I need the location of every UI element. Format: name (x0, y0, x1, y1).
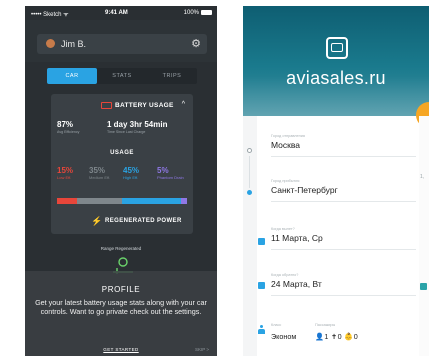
gear-icon[interactable]: ⚙ (191, 37, 201, 50)
avatar (46, 39, 55, 48)
usage-value: 15% (57, 166, 74, 175)
next-card-edge (419, 116, 429, 356)
field-divider (271, 201, 416, 202)
destination-label: Город прибытия (271, 179, 300, 183)
usage-bar-segment (122, 198, 181, 204)
usage-label: Medium Eff. (89, 175, 111, 180)
origin-label: Город отправления (271, 134, 305, 138)
calendar-icon (258, 282, 265, 289)
regenerated-power-title: REGENERATED POWER (105, 218, 182, 224)
origin-dot-icon (247, 148, 252, 153)
tab-trips[interactable]: TRIPS (147, 68, 197, 84)
app-header: Jim B. ⚙ (25, 20, 217, 62)
usage-item-low: 15% Low Eff. (57, 166, 87, 180)
status-bar: ••••• Sketch ᯤ 9:41 AM 100% (25, 6, 217, 20)
profile-title: PROFILE (101, 285, 141, 294)
passengers-value[interactable]: 👤1 ✝0 👶0 (315, 332, 358, 341)
time-since-charge-label: Time Since Last Charge (107, 130, 146, 134)
depart-value: 11 Марта, Ср (271, 233, 323, 243)
battery-icon (201, 10, 212, 15)
battery-usage-card: BATTERY USAGE ^ 87% Avg Efficiency 1 day… (51, 94, 193, 234)
usage-value: 5% (157, 166, 169, 175)
class-label: Класс (271, 323, 282, 327)
usage-item-medium: 35% Medium Eff. (89, 166, 119, 180)
avg-efficiency-value: 87% (57, 120, 74, 129)
usage-title: USAGE (110, 150, 134, 156)
range-regenerated-label: Range Regenerated (100, 246, 142, 251)
aviasales-logo-icon (326, 37, 348, 59)
battery-usage-title: BATTERY USAGE (115, 102, 174, 109)
passengers-label: Пассажиры (315, 323, 336, 327)
checkbox-icon[interactable] (420, 283, 427, 290)
person-icon (258, 325, 265, 334)
hero-banner: aviasales.ru (243, 6, 429, 116)
aviasales-screen: aviasales.ru Город отправления Москва Го… (243, 6, 429, 356)
tab-bar: CAR STATS TRIPS (47, 68, 197, 84)
brand-name: aviasales.ru (286, 68, 386, 88)
avg-efficiency-label: Avg Efficiency (57, 130, 80, 134)
usage-bar-segment (180, 198, 187, 204)
time-since-charge-value: 1 day 3hr 54min (107, 120, 168, 129)
origin-field[interactable]: Город отправления Москва (271, 134, 416, 157)
usage-item-phantom: 5% Phantom Drain (157, 166, 187, 180)
return-date-field[interactable]: Когда обратно? 24 Марта, Вт (271, 273, 416, 296)
user-name: Jim B. (61, 39, 87, 49)
tab-car[interactable]: CAR (47, 68, 97, 84)
return-label: Когда обратно? (271, 273, 299, 277)
usage-bar-segment (57, 198, 77, 204)
field-divider (271, 156, 416, 157)
field-divider (271, 249, 416, 250)
origin-value: Москва (271, 140, 301, 150)
return-value: 24 Марта, Вт (271, 279, 322, 289)
status-time: 9:41 AM (105, 10, 128, 16)
screenshot-stage: ••••• Sketch ᯤ 9:41 AM 100% Jim B. ⚙ CAR… (0, 0, 429, 360)
usage-bar (57, 198, 187, 204)
tab-stats[interactable]: STATS (97, 68, 147, 84)
destination-value: Санкт-Петербург (271, 185, 338, 195)
battery-percent: 100% (183, 10, 199, 16)
battery-icon (101, 102, 112, 109)
calendar-icon (258, 238, 265, 245)
user-pill[interactable]: Jim B. ⚙ (37, 34, 207, 54)
next-card-mark: 1, (420, 174, 425, 180)
depart-date-field[interactable]: Когда вылет? 11 Марта, Ср (271, 227, 416, 250)
battery-app-screen: ••••• Sketch ᯤ 9:41 AM 100% Jim B. ⚙ CAR… (25, 6, 217, 356)
destination-dot-icon (247, 190, 252, 195)
skip-link[interactable]: SKIP > (195, 347, 209, 352)
usage-bar-segment (76, 198, 122, 204)
usage-label: Low Eff. (57, 175, 72, 180)
class-value[interactable]: Эконом (271, 332, 296, 341)
get-started-link[interactable]: GET STARTED (25, 347, 217, 352)
profile-text: Get your latest battery usage stats alon… (35, 298, 207, 316)
charge-icon: ⚡ (91, 216, 103, 226)
carrier-text: ••••• Sketch ᯤ (31, 12, 69, 18)
usage-value: 35% (89, 166, 106, 175)
collapse-caret-icon[interactable]: ^ (182, 101, 185, 108)
route-line (249, 156, 250, 188)
destination-field[interactable]: Город прибытия Санкт-Петербург (271, 179, 416, 202)
usage-value: 45% (123, 166, 140, 175)
usage-label: Phantom Drain (157, 175, 184, 180)
usage-label: High Eff. (123, 175, 139, 180)
depart-label: Когда вылет? (271, 227, 295, 231)
usage-item-high: 45% High Eff. (123, 166, 153, 180)
field-divider (271, 295, 416, 296)
